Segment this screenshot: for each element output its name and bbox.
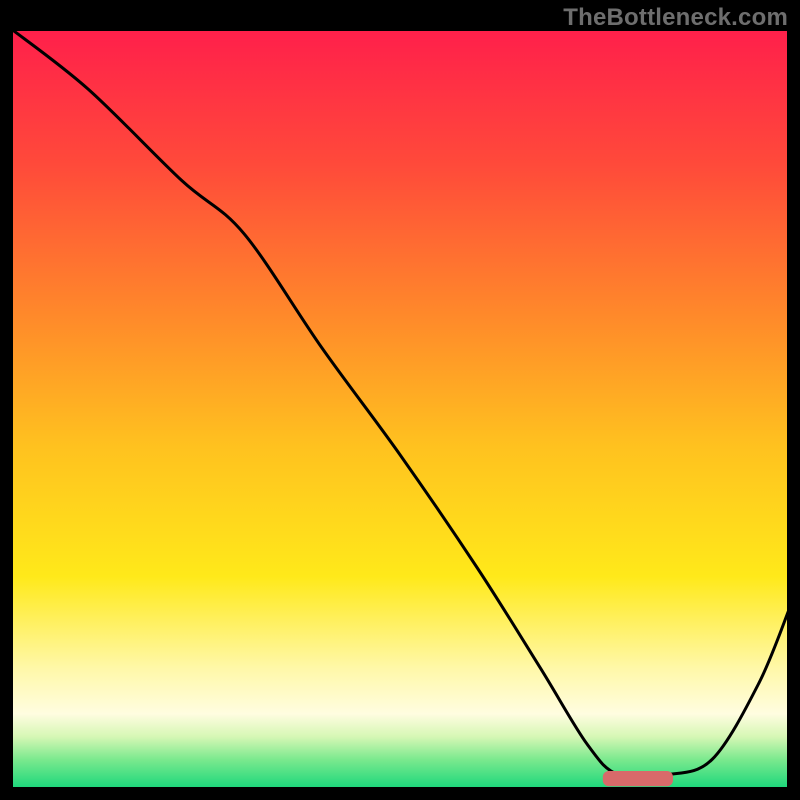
optimal-range-marker bbox=[603, 771, 673, 786]
bottleneck-chart bbox=[10, 28, 790, 790]
chart-background bbox=[10, 28, 790, 790]
chart-frame bbox=[10, 28, 790, 790]
